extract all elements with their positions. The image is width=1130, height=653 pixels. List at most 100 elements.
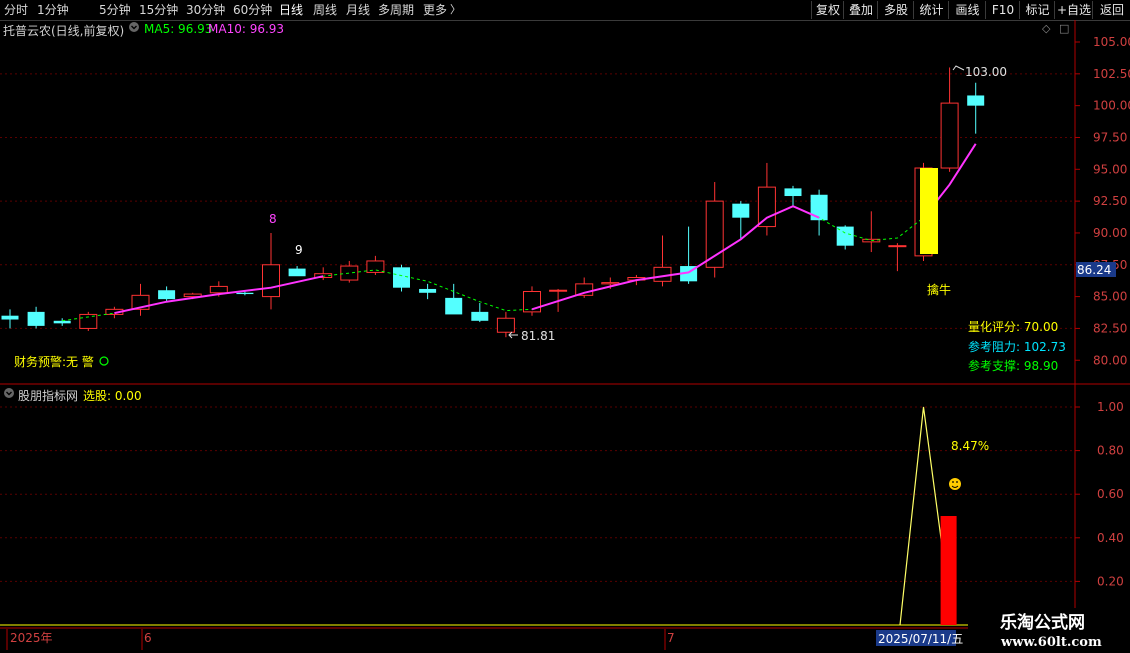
candle-down: [732, 203, 750, 218]
candle-down: [680, 266, 698, 282]
ma-line: [114, 143, 977, 315]
sub-tick-label: 0.20: [1097, 574, 1124, 588]
candle-down: [1, 315, 19, 320]
period-tab-60min[interactable]: 60分钟: [233, 2, 272, 18]
price-tick-label: 105.00: [1093, 35, 1130, 49]
signal-bar: [920, 168, 938, 254]
sub-tick-label: 0.40: [1097, 531, 1124, 545]
chevron-down-icon[interactable]: [128, 21, 140, 33]
date-month-6: 6: [144, 631, 152, 645]
signal-label: 擒牛: [927, 282, 951, 297]
add-watchlist-button[interactable]: +自选: [1054, 1, 1093, 19]
candle-down: [836, 226, 854, 246]
multi-stock-button[interactable]: 多股: [877, 1, 914, 19]
quant-score: 量化评分: 70.00: [968, 320, 1058, 334]
date-year-label: 2025年: [10, 631, 53, 645]
price-tick-label: 80.00: [1093, 353, 1127, 367]
sub-indicator-line: [899, 406, 945, 626]
price-tick-label: 87.50: [1093, 258, 1127, 272]
candle-up: [496, 317, 515, 333]
price-axis: 105.00 102.50 100.00 97.50 95.00 92.50 90.00 87…: [1075, 35, 1130, 367]
td-count-9: 9: [295, 243, 303, 257]
candle-down: [27, 311, 45, 326]
svg-text:www.60lt.com: www.60lt.com: [1000, 635, 1102, 650]
candles: [1, 67, 985, 338]
period-tab-30min[interactable]: 30分钟: [186, 2, 225, 18]
warning-ok-icon: [99, 356, 109, 366]
candle-up: [79, 313, 98, 329]
svg-text:乐淘公式网: 乐淘公式网: [1000, 612, 1085, 633]
sub-tick-label: 0.80: [1097, 444, 1124, 458]
candle-up: [601, 282, 620, 285]
candle-up: [653, 266, 672, 282]
period-tab-15min[interactable]: 15分钟: [139, 2, 178, 18]
draw-line-button[interactable]: 画线: [948, 1, 986, 19]
watermark: 乐淘公式网 www.60lt.com: [968, 608, 1130, 650]
td-count-8: 8: [269, 212, 277, 226]
period-tab-intraday[interactable]: 分时: [4, 2, 28, 18]
candle-down: [236, 292, 254, 295]
smiley-icon: [949, 478, 961, 490]
kline-chart[interactable]: 105.00102.50100.0097.5095.0092.5090.0087…: [0, 0, 1130, 650]
period-tab-daily[interactable]: 日线: [279, 2, 303, 18]
sub-axis: 1.00 0.80 0.60 0.40 0.20: [1075, 400, 1124, 588]
price-tick-label: 102.50: [1093, 67, 1130, 81]
mark-button[interactable]: 标记: [1019, 1, 1055, 19]
sub-chevron-icon[interactable]: [3, 387, 15, 399]
finance-warning: 财务预警:无 警: [14, 354, 94, 369]
candle-up: [262, 264, 280, 298]
back-button[interactable]: 返回: [1092, 1, 1130, 19]
period-tab-multi[interactable]: 多周期: [378, 2, 414, 18]
smiley-mouth: [951, 485, 959, 488]
high-arrow-icon: [952, 65, 965, 71]
sub-tick-label: 1.00: [1097, 400, 1124, 414]
f10-button[interactable]: F10: [985, 1, 1020, 19]
price-grid: [0, 73, 1075, 582]
price-tick-label: 85.00: [1093, 290, 1127, 304]
candle-up: [105, 308, 124, 315]
current-price-box: [1076, 262, 1116, 277]
high-price-label: 103.00: [965, 65, 1007, 79]
low-price-label: 81.81: [521, 329, 555, 343]
candle-up: [366, 260, 385, 273]
candle-down: [784, 188, 802, 197]
period-tab-monthly[interactable]: 月线: [346, 2, 370, 18]
period-tab-weekly[interactable]: 周线: [313, 2, 337, 18]
adjust-button[interactable]: 复权: [811, 1, 844, 19]
price-tick-label: 100.00: [1093, 99, 1130, 113]
candle-up: [523, 291, 541, 313]
chart-title: 托普云农(日线,前复权): [3, 24, 125, 38]
sub-percent-label: 8.47%: [951, 439, 989, 453]
sub-indicator-title: 股朋指标网: [18, 389, 79, 403]
candle-up: [888, 245, 907, 248]
candle-up: [340, 265, 359, 281]
candle-up: [549, 289, 568, 292]
period-tab-more[interactable]: 更多: [423, 2, 447, 18]
ma-dashed-line: [62, 143, 977, 322]
price-tick-label: 90.00: [1093, 226, 1127, 240]
current-price-label: 86.24: [1077, 263, 1111, 277]
support-level: 参考支撑: 98.90: [968, 358, 1058, 373]
period-tab-5min[interactable]: 5分钟: [99, 2, 131, 18]
statistics-button[interactable]: 统计: [913, 1, 949, 19]
diamond-icon[interactable]: ◇: [1042, 22, 1050, 35]
price-tick-label: 82.50: [1093, 321, 1127, 335]
candle-up: [914, 167, 933, 257]
ma10-label: MA10: 96.93: [208, 22, 285, 36]
candle-down: [288, 268, 306, 277]
price-tick-label: 97.50: [1093, 130, 1127, 144]
chevron-right-icon[interactable]: 〉: [450, 2, 461, 18]
candle-up: [627, 277, 646, 281]
candle-down: [53, 320, 71, 324]
period-tab-1min[interactable]: 1分钟: [37, 2, 69, 18]
ma5-label: MA5: 96.93: [144, 22, 213, 36]
candle-up: [131, 294, 150, 310]
price-tick-label: 95.00: [1093, 162, 1127, 176]
square-icon[interactable]: □: [1059, 22, 1069, 35]
candle-down: [471, 311, 489, 321]
candle-up: [757, 186, 776, 228]
top-toolbar: 分时 1分钟 5分钟 15分钟 30分钟 60分钟 日线 周线 月线 多周期 更…: [0, 0, 1130, 21]
cursor-date-box: [876, 630, 956, 646]
sub-indicator-bar: [940, 516, 957, 625]
overlay-button[interactable]: 叠加: [843, 1, 878, 19]
